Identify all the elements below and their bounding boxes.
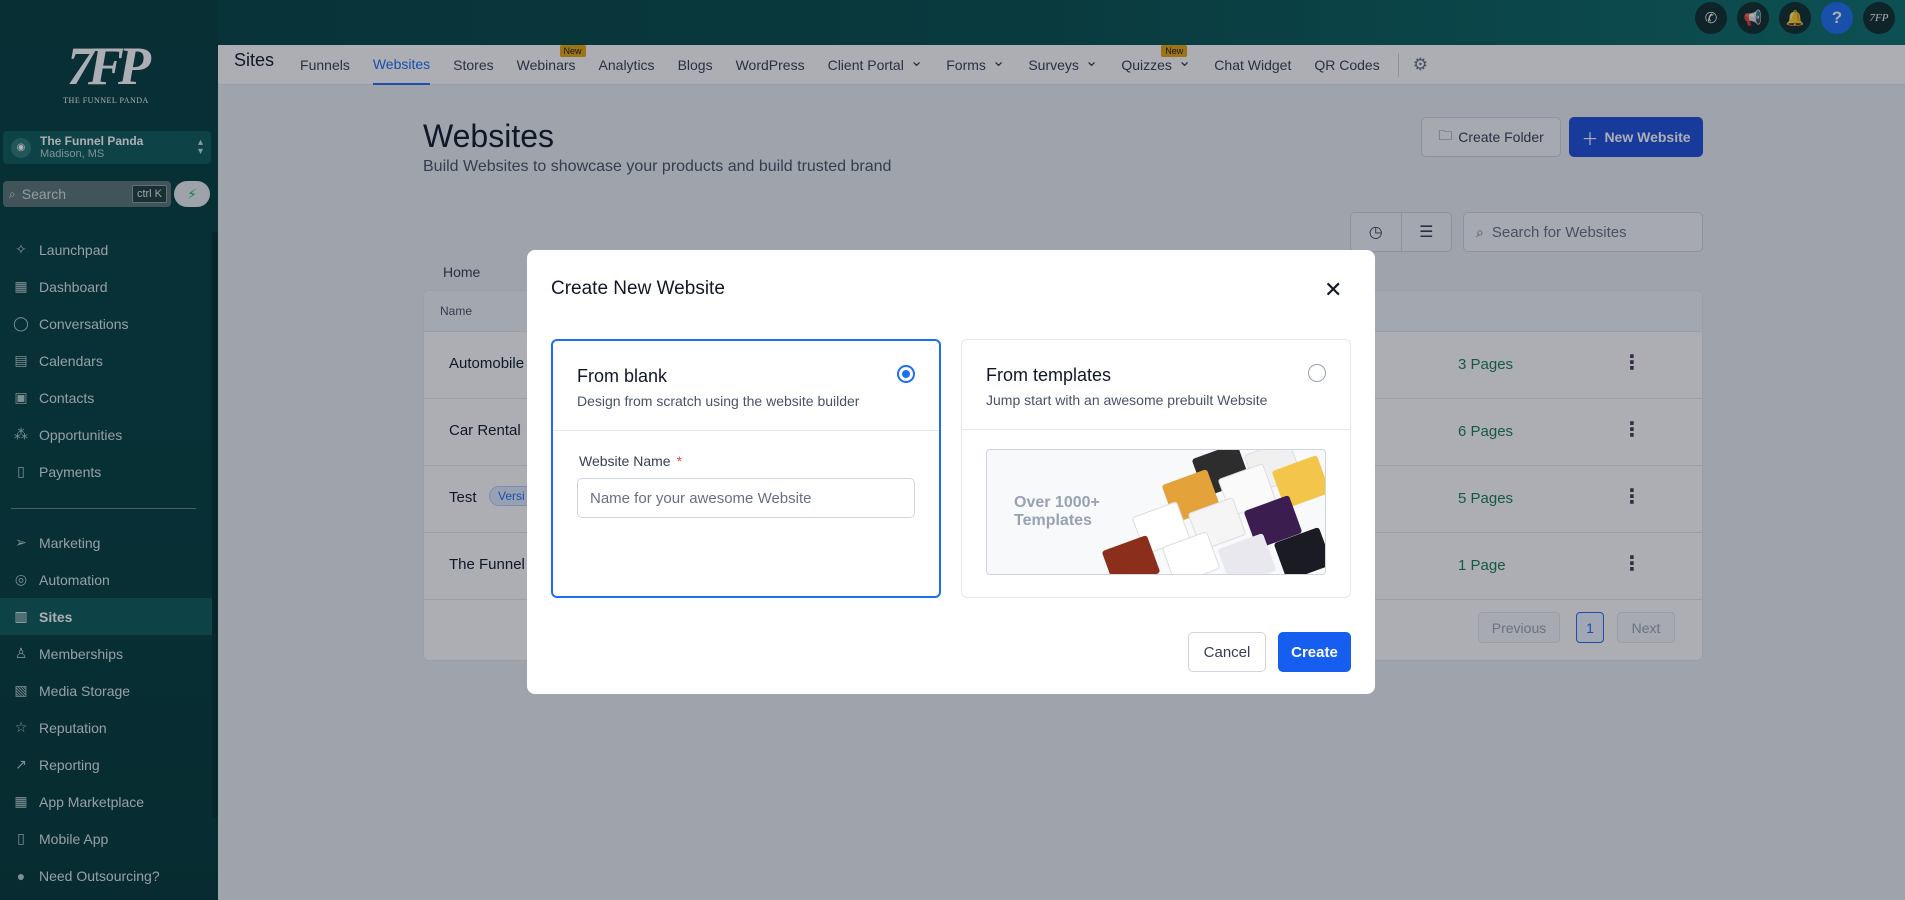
templates-banner-text: Over 1000+ Templates [1014, 494, 1100, 529]
website-name-label: Website Name * [579, 453, 682, 469]
from-templates-option[interactable]: From templates Jump start with an awesom… [961, 339, 1351, 598]
website-name-input[interactable] [577, 478, 915, 518]
from-blank-radio[interactable] [897, 365, 915, 383]
templates-banner[interactable]: Over 1000+ Templates [986, 449, 1326, 575]
from-templates-title: From templates [986, 365, 1112, 385]
card-divider [553, 430, 939, 431]
from-templates-desc: Jump start with an awesome prebuilt Webs… [986, 392, 1268, 408]
create-button[interactable]: Create [1278, 632, 1351, 672]
required-mark: * [676, 453, 683, 469]
from-blank-title: From blank [577, 366, 668, 386]
close-icon[interactable]: ✕ [1324, 277, 1342, 303]
create-website-modal: Create New Website ✕ From blank Design f… [527, 250, 1375, 694]
from-blank-option[interactable]: From blank Design from scratch using the… [551, 339, 941, 598]
modal-title: Create New Website [551, 278, 725, 299]
from-blank-desc: Design from scratch using the website bu… [577, 393, 860, 409]
website-name-label-text: Website Name [579, 453, 671, 469]
card-divider [962, 429, 1350, 430]
from-templates-radio[interactable] [1308, 364, 1326, 382]
cancel-button[interactable]: Cancel [1188, 632, 1266, 672]
